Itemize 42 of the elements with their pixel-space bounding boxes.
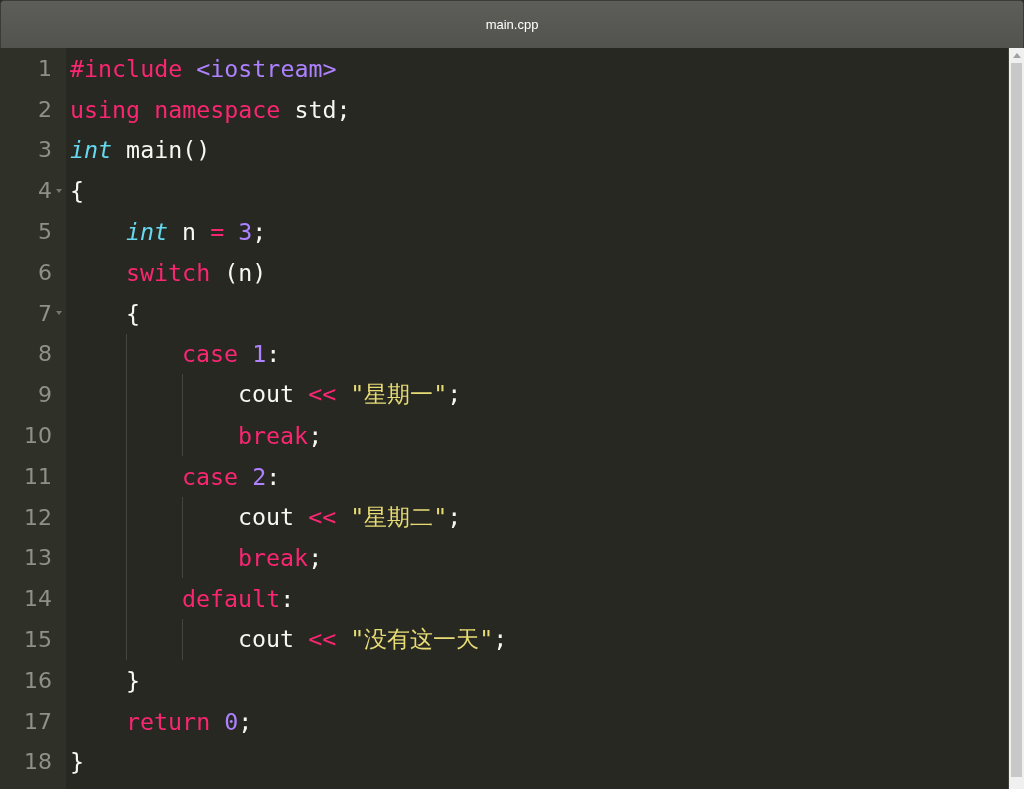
line-number: 3 [37,137,52,163]
line-number: 8 [37,341,52,367]
scrollbar-thumb[interactable] [1011,63,1022,777]
code-line: break; [238,544,323,572]
window-title: main.cpp [485,17,539,32]
line-number: 10 [23,423,52,449]
code-line: using namespace std; [70,95,351,123]
fold-arrow-icon[interactable] [56,311,62,316]
code-line: } [126,666,141,694]
code-line: cout << "星期一"; [238,379,462,410]
code-line: int n = 3; [126,218,267,246]
line-number: 9 [37,382,52,408]
line-number: 5 [37,219,52,245]
code-line: cout << "没有这一天"; [238,624,508,655]
code-line: int main() [70,136,211,164]
code-line: break; [238,422,323,450]
line-number: 15 [23,627,52,653]
line-number: 17 [23,708,52,734]
line-number: 18 [23,749,52,775]
scroll-up-arrow-icon[interactable] [1012,53,1021,58]
code-line: #include <iostream> [70,54,337,82]
code-line: } [70,748,85,776]
line-number: 2 [37,96,52,122]
line-number: 4 [37,178,52,204]
code-line: { [70,177,85,205]
code-line: default: [182,585,295,613]
line-number: 1 [37,55,52,81]
code-line: case 2: [182,462,281,490]
code-line: switch (n) [126,258,267,286]
code-line: cout << "星期二"; [238,501,462,532]
line-number: 13 [23,545,52,571]
scrollbar[interactable] [1008,48,1024,789]
line-number: 11 [23,463,52,489]
fold-arrow-icon[interactable] [56,188,62,193]
line-number: 7 [37,300,52,326]
line-number: 12 [23,504,52,530]
line-number: 14 [23,586,52,612]
code-line: case 1: [182,340,281,368]
code-line: return 0; [126,707,253,735]
line-number: 16 [23,667,52,693]
code-line: { [126,299,141,327]
line-number: 6 [37,259,52,285]
